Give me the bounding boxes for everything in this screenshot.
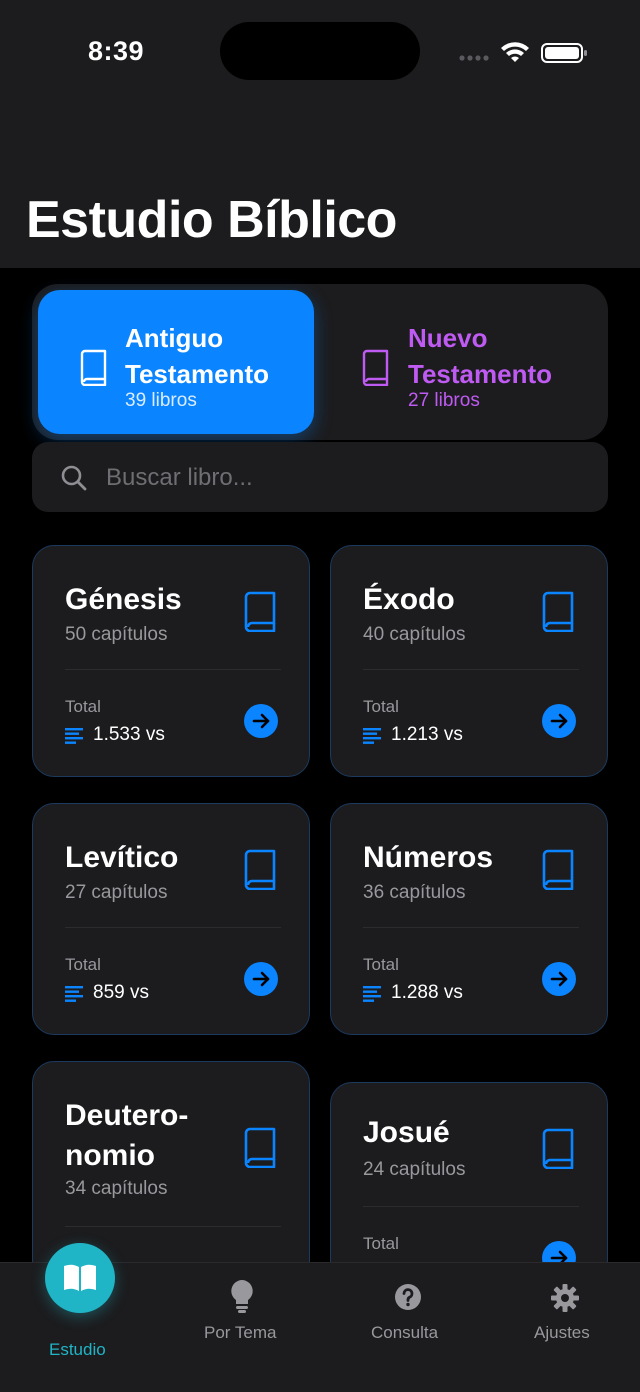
book-icon bbox=[542, 1128, 574, 1169]
arrow-right-icon[interactable] bbox=[542, 704, 576, 738]
book-icon bbox=[244, 1127, 276, 1168]
book-icon bbox=[542, 849, 574, 890]
status-icons bbox=[459, 42, 587, 63]
segment-subtitle: 27 libros bbox=[408, 390, 480, 411]
divider bbox=[363, 1206, 579, 1207]
tab-ajustes[interactable]: Ajustes bbox=[480, 1263, 640, 1392]
verse-count: 1.288 vs bbox=[391, 982, 463, 1003]
segment-old-testament[interactable]: Antiguo Testamento 39 libros bbox=[38, 290, 314, 434]
tab-active-indicator bbox=[45, 1243, 115, 1313]
gear-icon bbox=[551, 1284, 579, 1312]
total-label: Total bbox=[65, 697, 101, 716]
book-name: Deutero- nomio bbox=[65, 1099, 189, 1172]
wifi-icon bbox=[501, 42, 529, 62]
book-open-icon bbox=[64, 1264, 96, 1291]
lightbulb-icon bbox=[231, 1280, 253, 1313]
arrow-right-icon[interactable] bbox=[244, 962, 278, 996]
divider bbox=[363, 669, 579, 670]
tab-bar: Estudio Por Tema Consulta Ajustes bbox=[0, 1243, 640, 1392]
book-card[interactable]: Levítico 27 capítulos Total 859 vs bbox=[32, 803, 310, 1035]
book-icon bbox=[362, 349, 389, 386]
verse-count: 1.533 vs bbox=[93, 724, 165, 745]
dynamic-island bbox=[220, 22, 420, 80]
book-icon bbox=[244, 591, 276, 632]
search-input[interactable] bbox=[104, 456, 588, 500]
book-card[interactable]: Números 36 capítulos Total 1.288 vs bbox=[330, 803, 608, 1035]
book-icon bbox=[80, 349, 107, 386]
book-name: Levítico bbox=[65, 841, 179, 874]
text-lines-icon bbox=[65, 986, 83, 1002]
book-card[interactable]: Éxodo 40 capítulos Total 1.213 vs bbox=[330, 545, 608, 777]
tab-estudio[interactable]: Estudio bbox=[0, 1243, 160, 1392]
tab-label: Ajustes bbox=[534, 1323, 590, 1342]
header: 8:39 Estudio Bíblico bbox=[0, 0, 640, 268]
book-chapters: 24 capítulos bbox=[363, 1159, 466, 1180]
tab-por-tema[interactable]: Por Tema bbox=[160, 1263, 320, 1392]
total-label: Total bbox=[65, 955, 101, 974]
total-label: Total bbox=[363, 697, 399, 716]
book-chapters: 34 capítulos bbox=[65, 1178, 168, 1199]
status-time: 8:39 bbox=[88, 36, 145, 66]
search-bar bbox=[32, 442, 608, 512]
text-lines-icon bbox=[363, 728, 381, 744]
segment-title: Nuevo Testamento bbox=[408, 323, 552, 389]
signal-dots-icon bbox=[459, 55, 489, 61]
verse-count: 859 vs bbox=[93, 982, 149, 1003]
book-name: Números bbox=[363, 841, 494, 874]
segment-subtitle: 39 libros bbox=[125, 390, 197, 411]
battery-icon bbox=[541, 43, 587, 63]
book-name: Éxodo bbox=[363, 583, 455, 616]
tab-label: Estudio bbox=[49, 1340, 106, 1359]
page-title: Estudio Bíblico bbox=[26, 191, 397, 249]
total-label: Total bbox=[363, 955, 399, 974]
book-chapters: 27 capítulos bbox=[65, 882, 168, 903]
verse-count: 1.213 vs bbox=[391, 724, 463, 745]
book-name: Josué bbox=[363, 1116, 450, 1149]
segment-new-testament[interactable]: Nuevo Testamento 27 libros bbox=[326, 290, 602, 434]
book-icon bbox=[542, 591, 574, 632]
divider bbox=[363, 927, 579, 928]
divider bbox=[65, 669, 281, 670]
divider bbox=[65, 927, 281, 928]
search-icon bbox=[61, 465, 87, 491]
book-card[interactable]: Génesis 50 capítulos Total 1.533 vs bbox=[32, 545, 310, 777]
text-lines-icon bbox=[363, 986, 381, 1002]
book-icon bbox=[244, 849, 276, 890]
divider bbox=[65, 1226, 281, 1227]
book-name: Génesis bbox=[65, 583, 182, 616]
text-lines-icon bbox=[65, 728, 83, 744]
testament-selector: Antiguo Testamento 39 libros Nuevo Testa… bbox=[32, 284, 608, 440]
arrow-right-icon[interactable] bbox=[542, 962, 576, 996]
book-chapters: 50 capítulos bbox=[65, 624, 168, 645]
total-label: Total bbox=[363, 1234, 399, 1253]
question-circle-icon bbox=[395, 1284, 421, 1310]
book-chapters: 36 capítulos bbox=[363, 882, 466, 903]
tab-label: Consulta bbox=[371, 1323, 439, 1342]
tab-consulta[interactable]: Consulta bbox=[320, 1263, 480, 1392]
tab-label: Por Tema bbox=[204, 1323, 277, 1342]
arrow-right-icon[interactable] bbox=[244, 704, 278, 738]
segment-title: Antiguo Testamento bbox=[125, 323, 269, 389]
book-chapters: 40 capítulos bbox=[363, 624, 466, 645]
